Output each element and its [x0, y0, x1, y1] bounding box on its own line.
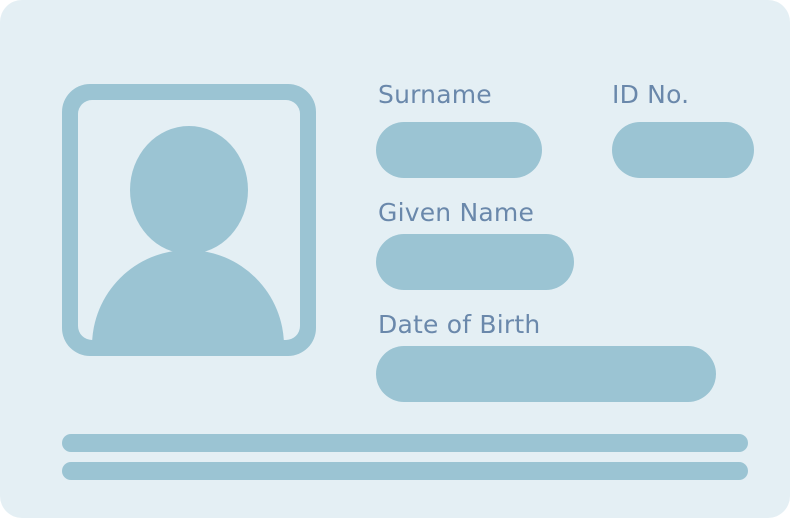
- date-of-birth-field: [376, 346, 716, 402]
- given-name-field: [376, 234, 574, 290]
- id-no-label: ID No.: [612, 80, 690, 109]
- machine-readable-line-2: [62, 462, 748, 480]
- id-no-field: [612, 122, 754, 178]
- given-name-label: Given Name: [378, 198, 535, 227]
- photo-frame: [62, 84, 316, 356]
- photo-area: [78, 100, 300, 340]
- date-of-birth-label: Date of Birth: [378, 310, 541, 339]
- surname-field: [376, 122, 542, 178]
- person-silhouette-icon-body: [92, 250, 284, 340]
- person-silhouette-icon-head: [130, 126, 248, 254]
- machine-readable-line-1: [62, 434, 748, 452]
- id-card: Surname ID No. Given Name Date of Birth: [0, 0, 790, 518]
- surname-label: Surname: [378, 80, 492, 109]
